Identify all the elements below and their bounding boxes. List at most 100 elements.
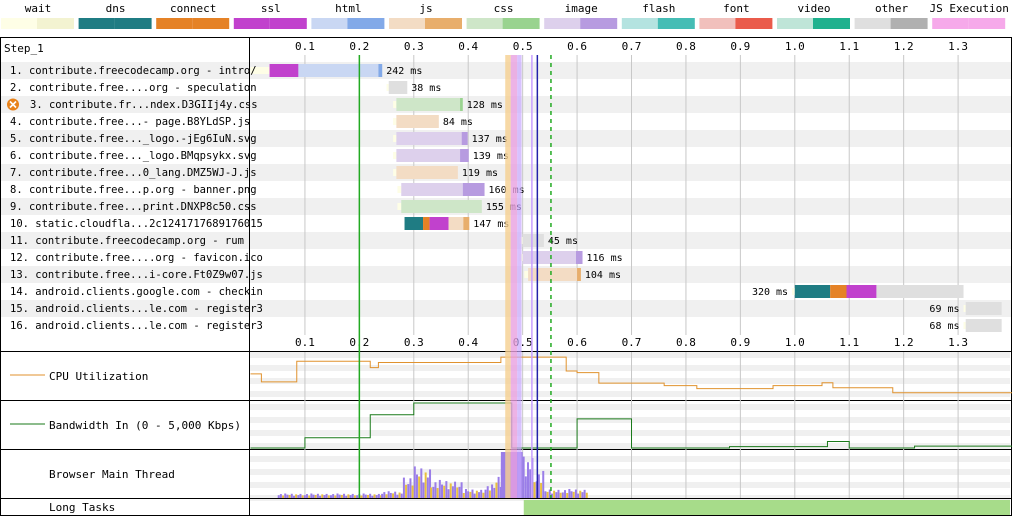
request-duration: 68 ms bbox=[929, 321, 959, 332]
request-row-9[interactable]: 155 ms bbox=[397, 200, 522, 213]
axis-tick-label: 0.9 bbox=[730, 336, 750, 349]
request-row-11[interactable]: 45 ms bbox=[519, 234, 578, 247]
bar-segment-dns bbox=[794, 285, 831, 298]
legend-swatch-dark bbox=[114, 18, 152, 29]
request-duration: 104 ms bbox=[585, 270, 621, 281]
legend-item-dns: dns bbox=[78, 2, 152, 29]
request-row-7[interactable]: 119 ms bbox=[393, 166, 498, 179]
legend-item-font: font bbox=[699, 2, 773, 29]
metric-panels: CPU Utilization Bandwidth In (0 - 5,000 … bbox=[49, 370, 241, 514]
bar-segment-img2 bbox=[460, 149, 469, 162]
legend-swatch-light bbox=[78, 18, 115, 29]
request-row-16[interactable]: 68 ms bbox=[929, 319, 1002, 332]
warning-icon bbox=[7, 98, 19, 111]
axis-tick-label: 0.5 bbox=[513, 40, 533, 53]
axis-tick-label: 0.7 bbox=[622, 336, 642, 349]
legend-label: dns bbox=[106, 2, 126, 15]
axis-tick-label: 0.8 bbox=[676, 40, 696, 53]
top-axis: 0.1 0.2 0.3 0.4 0.5 0.6 0.7 0.8 0.9 1.0 1.1 1.2 1.3 bbox=[295, 40, 968, 53]
bar-segment-wait bbox=[386, 84, 389, 91]
request-label[interactable]: 13. contribute.free...i-core.Ft0Z9w07.js bbox=[10, 269, 263, 281]
request-duration: 38 ms bbox=[411, 83, 441, 94]
request-label[interactable]: 5. contribute.free..._logo.-jEg6IuN.svg bbox=[10, 133, 257, 145]
request-row-12[interactable]: 116 ms bbox=[519, 251, 623, 264]
long-tasks-panel-label: Long Tasks bbox=[49, 501, 115, 514]
request-duration: 119 ms bbox=[462, 168, 498, 179]
bandwidth-panel-label: Bandwidth In (0 - 5,000 Kbps) bbox=[49, 419, 241, 432]
bar-segment-wait bbox=[393, 152, 397, 159]
legend-label: connect bbox=[170, 2, 216, 15]
request-label[interactable]: 11. contribute.freecodecamp.org - rum bbox=[10, 235, 244, 247]
legend-swatch-light bbox=[777, 18, 813, 29]
dom-interactive-band bbox=[505, 55, 511, 498]
bar-segment-css1 bbox=[401, 200, 482, 213]
request-label[interactable]: 2. contribute.free....org - speculation bbox=[10, 82, 257, 94]
on-load-band bbox=[517, 55, 522, 498]
legend: wait dns connect ssl html js css image flash font… bbox=[1, 2, 1009, 29]
bar-segment-img2 bbox=[575, 251, 583, 264]
bar-segment-wait bbox=[393, 169, 397, 176]
bar-segment-js1 bbox=[528, 268, 578, 281]
legend-label: font bbox=[723, 2, 750, 15]
request-row-4[interactable]: 84 ms bbox=[393, 115, 473, 128]
request-label[interactable]: 16. android.clients...le.com - register3 bbox=[10, 320, 263, 332]
legend-swatch-light bbox=[854, 18, 891, 29]
axis-tick-label: 0.4 bbox=[458, 40, 478, 53]
request-duration: 84 ms bbox=[443, 117, 473, 128]
request-label[interactable]: 9. contribute.free...print.DNXP8c50.css bbox=[10, 201, 257, 213]
bar-segment-dns bbox=[404, 217, 424, 230]
request-row-1[interactable]: 242 ms bbox=[250, 64, 423, 77]
request-label[interactable]: 3. contribute.fr...ndex.D3GIIj4y.css bbox=[30, 99, 258, 111]
legend-label: JS Execution bbox=[929, 2, 1008, 15]
legend-swatch-dark bbox=[502, 18, 540, 29]
legend-item-css: css bbox=[466, 2, 540, 29]
request-row-13[interactable]: 104 ms bbox=[524, 268, 621, 281]
request-label[interactable]: 1. contribute.freecodecamp.org - intro/ bbox=[10, 65, 257, 77]
legend-swatch-light bbox=[621, 18, 658, 29]
axis-tick-label: 1.0 bbox=[785, 40, 805, 53]
request-row-6[interactable]: 139 ms bbox=[393, 149, 509, 162]
legend-label: js bbox=[419, 2, 432, 15]
request-label[interactable]: 7. contribute.free...0_lang.DMZ5WJ-J.js bbox=[10, 167, 257, 179]
bar-segment-ssl bbox=[269, 64, 299, 77]
legend-label: flash bbox=[642, 2, 675, 15]
request-label[interactable]: 4. contribute.free...- page.B8YLdSP.js bbox=[10, 116, 250, 128]
bar-segment-js1 bbox=[448, 217, 464, 230]
bar-segment-other1 bbox=[965, 319, 1002, 332]
request-row-3[interactable]: 128 ms bbox=[393, 98, 503, 111]
request-row-5[interactable]: 137 ms bbox=[393, 132, 508, 145]
request-row-14[interactable]: 320 ms bbox=[752, 285, 964, 298]
legend-item-flash: flash bbox=[621, 2, 695, 29]
request-label[interactable]: 6. contribute.free..._logo.BMqpsykx.svg bbox=[10, 150, 257, 162]
request-row-10[interactable]: 147 ms bbox=[404, 217, 510, 230]
legend-swatch-dark bbox=[269, 18, 307, 29]
legend-swatch-dark bbox=[37, 18, 74, 29]
legend-swatch-dark bbox=[580, 18, 618, 29]
dom-content-loaded-band bbox=[510, 55, 518, 498]
legend-label: ssl bbox=[261, 2, 281, 15]
bar-segment-wait bbox=[963, 322, 966, 329]
bar-segment-ssl bbox=[429, 217, 449, 230]
request-label[interactable]: 15. android.clients...le.com - register3 bbox=[10, 303, 263, 315]
bar-segment-wait bbox=[393, 101, 397, 108]
bar-segment-img1 bbox=[396, 132, 462, 145]
request-label[interactable]: 10. static.cloudfla...2c1241717689176015 bbox=[10, 218, 263, 230]
request-row-2[interactable]: 38 ms bbox=[386, 81, 442, 94]
request-duration: 137 ms bbox=[472, 134, 508, 145]
request-label[interactable]: 14. android.clients.google.com - checkin bbox=[10, 286, 263, 298]
axis-tick-label: 0.6 bbox=[567, 336, 587, 349]
legend-swatch-light bbox=[1, 18, 37, 29]
step-label: Step_1 bbox=[4, 42, 44, 55]
request-label[interactable]: 8. contribute.free...p.org - banner.png bbox=[10, 184, 257, 196]
axis-tick-label: 0.1 bbox=[295, 40, 315, 53]
legend-swatch-light bbox=[389, 18, 425, 29]
cpu-panel-label: CPU Utilization bbox=[49, 370, 148, 383]
legend-swatch-dark bbox=[657, 18, 695, 29]
bar-segment-js1 bbox=[396, 166, 458, 179]
axis-tick-label: 0.4 bbox=[458, 336, 478, 349]
bar-segment-wait bbox=[393, 118, 397, 125]
request-label[interactable]: 12. contribute.free....org - favicon.ico bbox=[10, 252, 263, 264]
legend-swatch-dark bbox=[968, 18, 1006, 29]
request-duration: 147 ms bbox=[473, 219, 509, 230]
request-duration: 242 ms bbox=[386, 66, 422, 77]
